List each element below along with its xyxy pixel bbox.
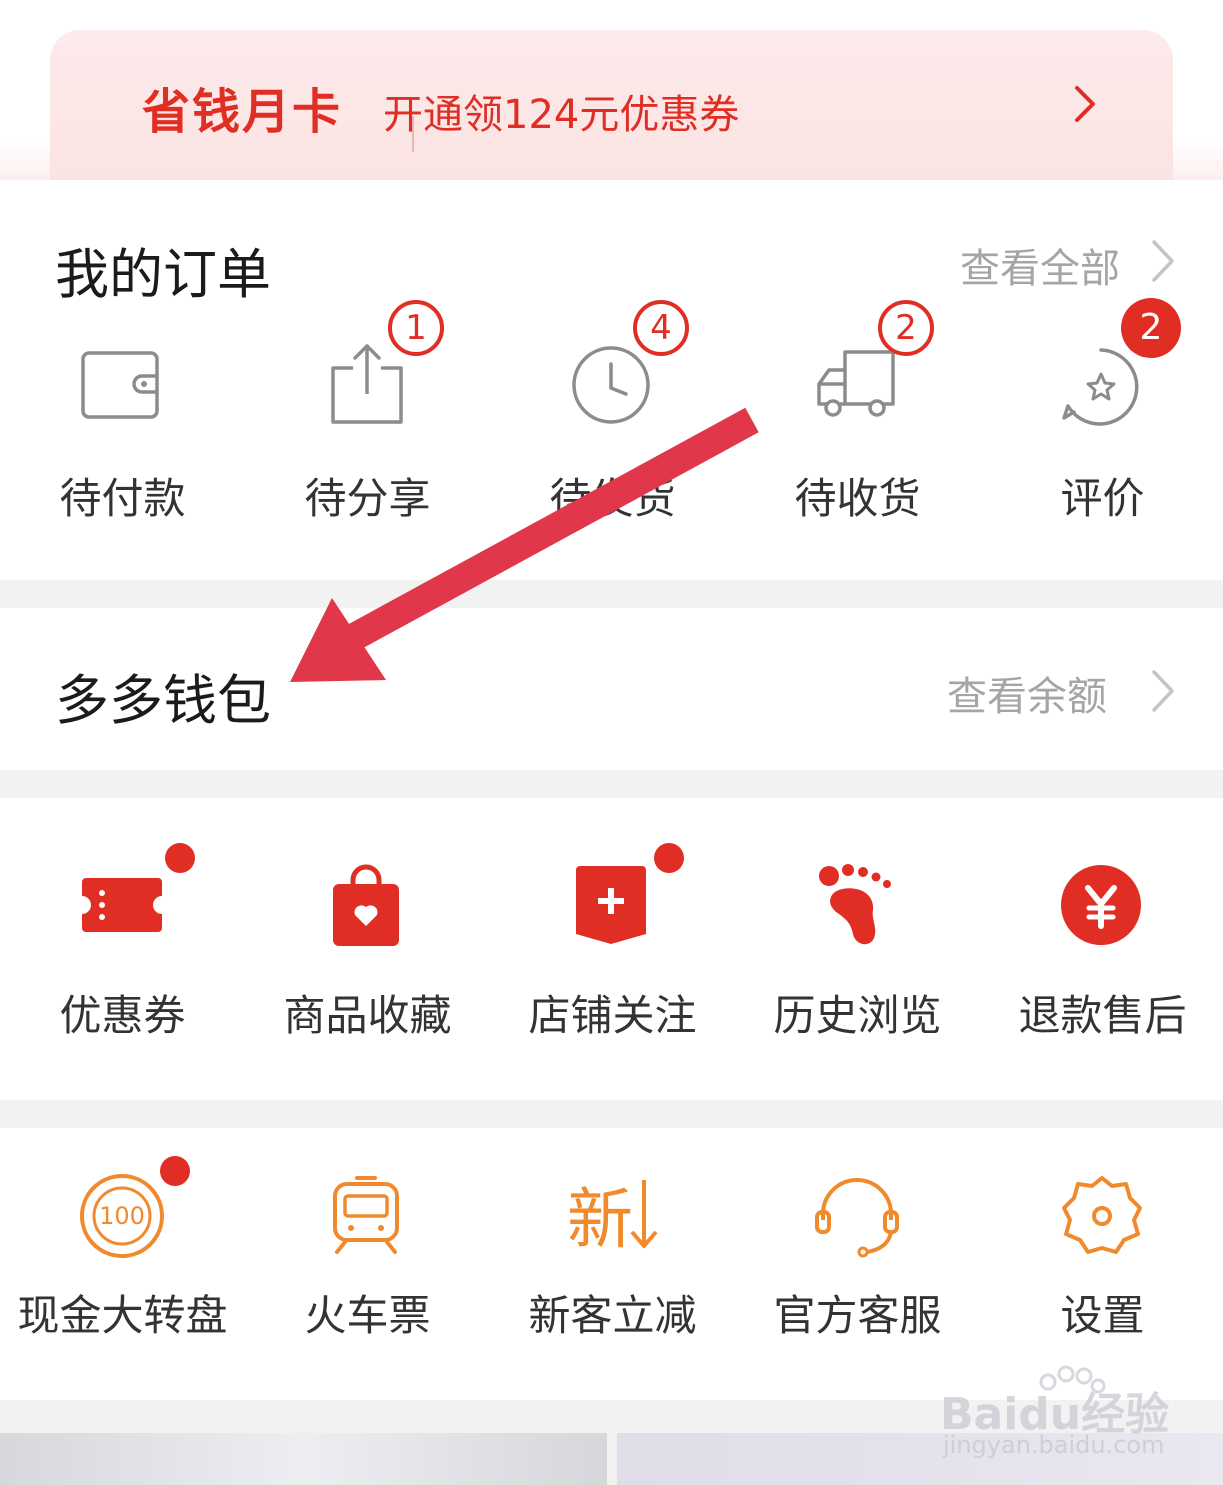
order-item-pending-share[interactable]: 1 待分享	[245, 280, 490, 530]
notification-dot	[165, 843, 195, 873]
tool-item-train-tickets[interactable]: 火车票	[245, 1128, 490, 1388]
footprint-icon	[819, 864, 891, 945]
order-count-badge: 2	[1121, 298, 1181, 358]
order-item-review[interactable]: 2 评价	[980, 280, 1223, 530]
tool-item-label: 官方客服	[773, 1291, 942, 1340]
service-item-browse-history[interactable]: 历史浏览	[735, 798, 980, 1078]
order-item-pending-shipment[interactable]: 4 待发货	[490, 280, 735, 530]
order-item-label: 待收货	[794, 474, 921, 523]
cash-wheel-100-icon: 100	[80, 1174, 164, 1258]
order-item-label: 待分享	[304, 474, 431, 523]
wallet-view-balance-link[interactable]: 查看余额	[947, 664, 1107, 722]
vip-card-subtitle: 开通领124元优惠券	[383, 92, 740, 138]
refund-yen-icon	[1061, 865, 1141, 945]
wallet-icon	[81, 351, 159, 419]
wallet-card[interactable]: 多多钱包 查看余额	[0, 608, 1223, 770]
settings-gear-icon	[1062, 1176, 1142, 1254]
service-item-label: 退款售后	[1018, 991, 1187, 1040]
svg-text:新: 新	[567, 1181, 633, 1258]
headset-icon	[815, 1178, 899, 1258]
truck-icon	[817, 350, 895, 417]
service-item-refund-aftersale[interactable]: 退款售后	[980, 798, 1223, 1078]
service-item-followed-stores[interactable]: 店铺关注	[490, 798, 735, 1078]
svg-text:100: 100	[99, 1202, 145, 1230]
service-item-coupons[interactable]: 优惠券	[0, 798, 245, 1078]
tool-item-customer-service[interactable]: 官方客服	[735, 1128, 980, 1388]
store-follow-icon	[576, 866, 646, 944]
service-item-label: 店铺关注	[528, 991, 697, 1040]
favorite-bag-icon	[333, 864, 399, 946]
train-icon	[333, 1176, 399, 1254]
tool-item-settings[interactable]: 设置	[980, 1128, 1223, 1388]
chevron-right-icon	[1152, 670, 1174, 712]
tool-item-new-customer-discount[interactable]: 新 新客立减	[490, 1128, 735, 1388]
order-item-pending-receipt[interactable]: 2 待收货	[735, 280, 980, 530]
wallet-title: 多多钱包	[55, 669, 271, 732]
order-item-label: 待发货	[549, 474, 676, 523]
service-item-label: 优惠券	[59, 991, 186, 1040]
service-item-label: 历史浏览	[773, 991, 942, 1040]
bottom-banner-left[interactable]	[0, 1433, 607, 1485]
order-item-label: 待付款	[59, 474, 186, 523]
notification-dot	[654, 843, 684, 873]
tool-item-label: 新客立减	[528, 1291, 697, 1340]
order-item-pending-payment[interactable]: 待付款	[0, 280, 245, 530]
tool-item-cash-wheel[interactable]: 100 现金大转盘	[0, 1128, 245, 1388]
clock-icon	[572, 346, 650, 424]
coupon-icon	[82, 878, 162, 932]
tool-item-label: 火车票	[304, 1291, 431, 1340]
service-item-favorites[interactable]: 商品收藏	[245, 798, 490, 1078]
vip-monthly-card-banner[interactable]: 省钱月卡 开通领124元优惠券	[50, 30, 1173, 180]
notification-dot	[160, 1156, 190, 1186]
order-count-badge: 1	[388, 300, 444, 356]
review-star-icon	[1062, 348, 1139, 426]
service-item-label: 商品收藏	[283, 991, 452, 1040]
chevron-right-icon	[1152, 240, 1174, 282]
share-icon	[331, 344, 403, 424]
order-count-badge: 4	[633, 300, 689, 356]
vip-card-title: 省钱月卡	[142, 84, 343, 140]
tool-item-label: 设置	[1060, 1291, 1145, 1340]
order-item-label: 评价	[1060, 474, 1145, 523]
new-customer-icon: 新	[567, 1180, 658, 1258]
services-card: 优惠券 商品收藏 店铺关注 历史浏览 退款售后	[0, 798, 1223, 1100]
orders-card: 我的订单 查看全部 待付款 1 待分享 4 待发货 2 待收货 2 评价	[0, 180, 1223, 580]
watermark-url: jingyan.baidu.com	[943, 1431, 1165, 1459]
order-count-badge: 2	[878, 300, 934, 356]
tool-item-label: 现金大转盘	[17, 1291, 228, 1340]
chevron-right-icon	[1075, 86, 1095, 122]
